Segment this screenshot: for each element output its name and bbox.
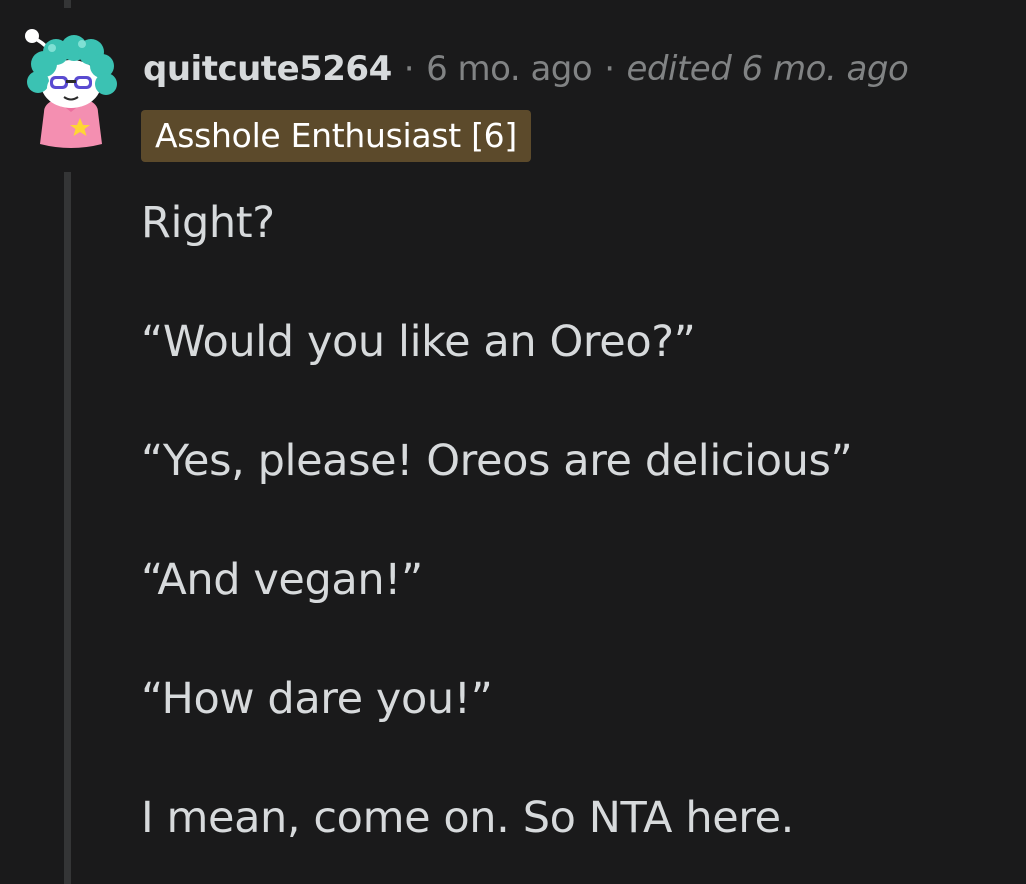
comment-paragraph: “Would you like an Oreo?” <box>141 317 696 367</box>
comment-paragraph: “And vegan!” <box>141 555 423 605</box>
thread-line[interactable] <box>64 172 71 884</box>
comment-paragraph: Right? <box>141 198 275 248</box>
edited-timestamp: edited 6 mo. ago <box>626 49 909 89</box>
comment-timestamp[interactable]: 6 mo. ago <box>426 49 593 89</box>
comment-paragraph: “How dare you!” <box>141 674 493 724</box>
comment-paragraph: “Yes, please! Oreos are delicious” <box>141 436 853 486</box>
separator-dot: · <box>604 49 615 89</box>
user-flair: Asshole Enthusiast [6] <box>141 110 531 162</box>
separator-dot: · <box>403 49 415 89</box>
comment-body: Right? “Would you like an Oreo?” “Yes, p… <box>141 194 1001 884</box>
comment: quitcute5264 · 6 mo. ago · edited 6 mo. … <box>0 0 1026 884</box>
snoo-avatar-icon[interactable] <box>22 26 120 150</box>
thread-line[interactable] <box>64 0 71 8</box>
avatar-graphic <box>25 29 117 148</box>
comment-paragraph: I mean, come on. So NTA here. <box>141 793 794 843</box>
comment-header: quitcute5264 · 6 mo. ago · edited 6 mo. … <box>143 44 909 94</box>
author-username[interactable]: quitcute5264 <box>143 49 392 89</box>
